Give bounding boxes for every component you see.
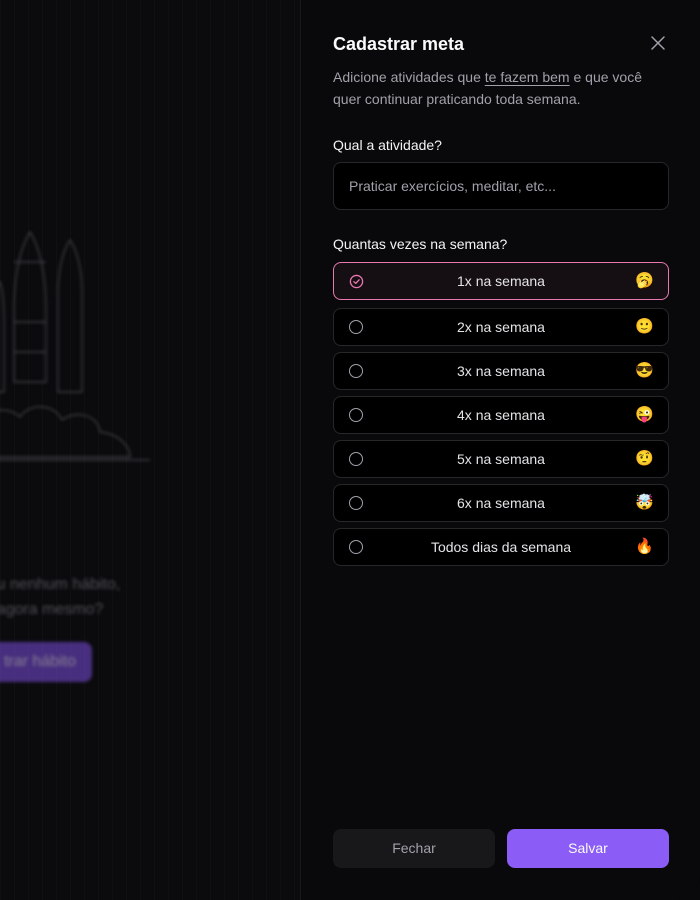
close-button[interactable]: Fechar xyxy=(333,829,495,868)
activity-label: Qual a atividade? xyxy=(333,137,442,153)
create-goal-drawer: Cadastrar meta Adicione atividades que t… xyxy=(300,0,700,900)
activity-input[interactable] xyxy=(333,162,669,210)
option-label: 3x na semana xyxy=(457,363,545,379)
option-label: 6x na semana xyxy=(457,495,545,511)
rocket-illustration-icon xyxy=(0,230,150,461)
exploding-head-icon: 🤯 xyxy=(635,494,654,511)
frequency-option-4x[interactable]: 4x na semana 😜 xyxy=(333,396,669,434)
frequency-options: 1x na semana 🥱 2x na semana 🙂 3x na sema… xyxy=(333,262,669,572)
frequency-option-2x[interactable]: 2x na semana 🙂 xyxy=(333,308,669,346)
fire-icon: 🔥 xyxy=(635,538,654,555)
frequency-option-6x[interactable]: 6x na semana 🤯 xyxy=(333,484,669,522)
option-label: Todos dias da semana xyxy=(430,539,572,555)
drawer-description: Adicione atividades que te fazem bem e q… xyxy=(333,66,673,110)
description-link[interactable]: te fazem bem xyxy=(485,69,570,85)
frequency-option-3x[interactable]: 3x na semana 😎 xyxy=(333,352,669,390)
raised-eyebrow-face-icon: 🤨 xyxy=(635,450,654,467)
description-start: Adicione atividades que xyxy=(333,69,485,85)
background-page: strou nenhum hábito, um agora mesmo? tra… xyxy=(0,0,300,900)
yawning-face-icon: 🥱 xyxy=(635,272,654,289)
empty-state-message: strou nenhum hábito, um agora mesmo? xyxy=(0,572,300,622)
save-button[interactable]: Salvar xyxy=(507,829,669,868)
option-label: 5x na semana xyxy=(457,451,545,467)
sunglasses-face-icon: 😎 xyxy=(635,362,654,379)
frequency-option-1x[interactable]: 1x na semana 🥱 xyxy=(333,262,669,300)
frequency-option-everyday[interactable]: Todos dias da semana 🔥 xyxy=(333,528,669,566)
empty-state-line-2: um agora mesmo? xyxy=(0,597,300,622)
empty-state-line-2-rest: agora mesmo? xyxy=(0,601,104,618)
frequency-option-5x[interactable]: 5x na semana 🤨 xyxy=(333,440,669,478)
empty-state-line-1: strou nenhum hábito, xyxy=(0,576,121,593)
drawer-title: Cadastrar meta xyxy=(333,34,465,54)
option-label: 2x na semana xyxy=(457,319,545,335)
smiling-face-icon: 🙂 xyxy=(635,318,654,335)
close-icon[interactable] xyxy=(649,34,667,52)
winking-tongue-face-icon: 😜 xyxy=(635,406,654,423)
option-label: 1x na semana xyxy=(457,273,545,289)
option-label: 4x na semana xyxy=(457,407,545,423)
frequency-label: Quantas vezes na semana? xyxy=(333,236,508,252)
create-habit-button: trar hábito xyxy=(0,642,92,682)
